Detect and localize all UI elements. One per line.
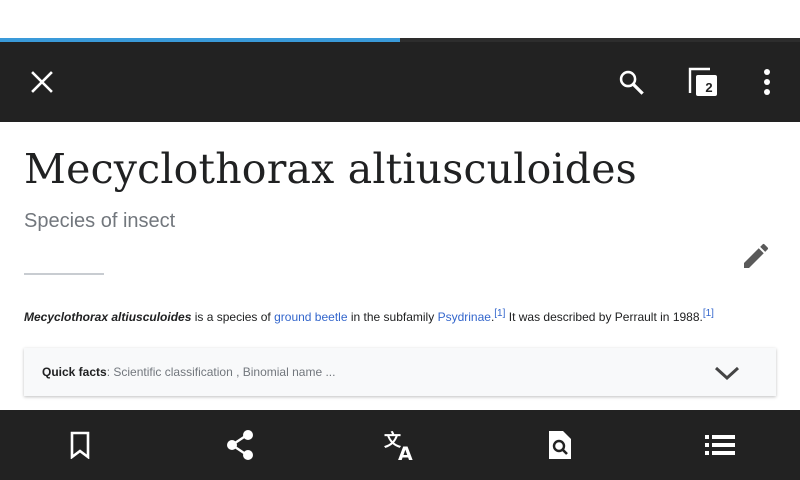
tab-count: 2 xyxy=(705,79,713,95)
search-button[interactable] xyxy=(599,42,663,122)
top-toolbar: 2 xyxy=(0,42,800,122)
link-psydrinae[interactable]: Psydrinae xyxy=(438,310,491,324)
reference-2[interactable]: [1] xyxy=(703,308,714,319)
intro-text-4: It was described by Perrault in 1988. xyxy=(505,310,703,324)
article-content: Mecyclothorax altiusculoides Species of … xyxy=(0,122,800,410)
intro-paragraph: Mecyclothorax altiusculoides is a specie… xyxy=(24,308,714,324)
more-vert-icon xyxy=(764,69,770,95)
quick-facts-box[interactable]: Quick facts: Scientific classification ,… xyxy=(24,348,776,396)
share-icon xyxy=(227,430,253,460)
close-icon xyxy=(31,71,53,93)
more-options-button[interactable] xyxy=(735,42,799,122)
share-button[interactable] xyxy=(160,410,320,480)
title-divider xyxy=(24,273,104,275)
status-area xyxy=(0,0,800,38)
contents-icon xyxy=(705,435,735,455)
find-in-page-button[interactable] xyxy=(480,410,640,480)
save-bookmark-button[interactable] xyxy=(0,410,160,480)
language-button[interactable]: 文 A xyxy=(320,410,480,480)
article-description: Species of insect xyxy=(24,210,176,232)
search-icon xyxy=(619,70,644,95)
quick-facts-expand[interactable] xyxy=(712,360,742,386)
bookmark-icon xyxy=(70,431,90,459)
translate-icon: 文 A xyxy=(384,430,413,461)
quick-facts-label: Quick facts xyxy=(42,365,107,379)
intro-text-2: in the subfamily xyxy=(347,310,438,324)
reference-1[interactable]: [1] xyxy=(494,308,505,319)
quick-facts-text: Quick facts: Scientific classification ,… xyxy=(42,365,335,379)
edit-description-button[interactable] xyxy=(736,236,776,276)
close-button[interactable] xyxy=(10,42,74,122)
contents-button[interactable] xyxy=(640,410,800,480)
bottom-action-bar: 文 A xyxy=(0,410,800,480)
quick-facts-summary: Scientific classification , Binomial nam… xyxy=(113,365,336,379)
chevron-down-icon xyxy=(714,366,740,381)
pencil-icon xyxy=(744,243,769,268)
article-title: Mecyclothorax altiusculoides xyxy=(24,145,637,193)
intro-text-1: is a species of xyxy=(191,310,275,324)
svg-text:A: A xyxy=(398,443,413,461)
intro-subject: Mecyclothorax altiusculoides xyxy=(24,310,192,324)
tabs-button[interactable]: 2 xyxy=(671,42,735,122)
find-in-page-icon xyxy=(549,431,571,459)
link-ground-beetle[interactable]: ground beetle xyxy=(274,310,347,324)
